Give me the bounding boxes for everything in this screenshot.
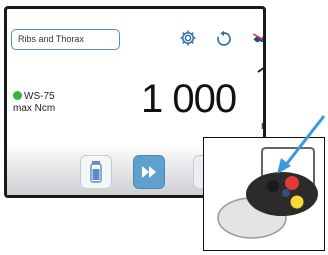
handpiece-id: WS-75 <box>24 91 55 102</box>
gear-icon[interactable] <box>179 29 197 47</box>
torque-unit: max Ncm <box>13 103 56 114</box>
chevron-icon[interactable] <box>257 65 266 73</box>
program-field[interactable]: Ribs and Thorax <box>11 29 120 50</box>
handpiece-id-row: WS-75 <box>13 91 55 103</box>
fast-forward-icon <box>142 166 156 178</box>
irrigation-button[interactable] <box>80 155 112 189</box>
rotation-crossed-icon[interactable] <box>252 29 266 49</box>
speed-value: 1 000 <box>141 77 237 121</box>
speed-unit: rpm <box>261 120 265 132</box>
program-name: Ribs and Thorax <box>18 34 84 44</box>
callout-arrow <box>277 115 326 174</box>
status-indicator <box>13 91 22 100</box>
handpiece-info: WS-75 max Ncm <box>13 91 55 115</box>
irrigation-bottle-icon <box>90 161 102 183</box>
forward-button[interactable] <box>133 155 165 189</box>
reset-icon[interactable] <box>215 30 233 48</box>
